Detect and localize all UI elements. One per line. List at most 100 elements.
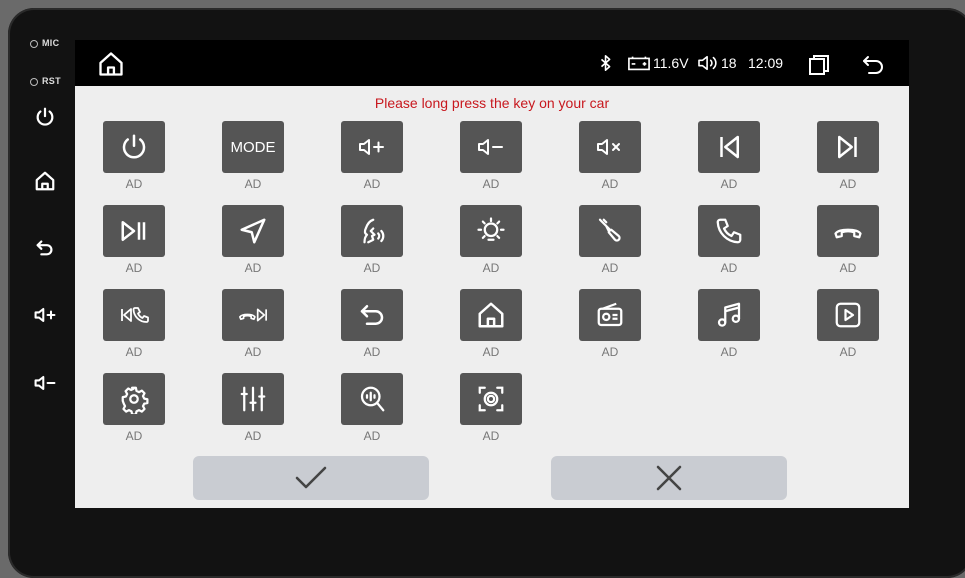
side-home-button[interactable] bbox=[28, 164, 62, 198]
key-label: AD bbox=[720, 177, 738, 191]
back-icon bbox=[36, 240, 53, 256]
key-label: AD bbox=[720, 261, 738, 275]
video-play-icon bbox=[835, 302, 861, 328]
volume-indicator: 18 bbox=[697, 53, 737, 73]
key-cell[interactable]: AD bbox=[697, 121, 761, 191]
key-cell[interactable]: AD bbox=[816, 289, 880, 359]
key-label: AD bbox=[125, 261, 143, 275]
back-icon bbox=[360, 305, 384, 325]
key-label: AD bbox=[125, 429, 143, 443]
key-cell[interactable]: AD bbox=[102, 373, 166, 443]
key-cell[interactable]: AD bbox=[697, 289, 761, 359]
volume-up-icon bbox=[34, 307, 56, 323]
navigation-icon bbox=[240, 218, 266, 244]
mode-key-label: MODE bbox=[230, 138, 276, 156]
phone-hangup-icon bbox=[834, 228, 862, 239]
camera-icon bbox=[478, 386, 504, 412]
key-cell[interactable]: MODE AD bbox=[221, 121, 285, 191]
side-panel: MIC RST bbox=[0, 0, 75, 564]
key-cell[interactable]: AD bbox=[459, 373, 523, 443]
back-icon[interactable] bbox=[860, 53, 886, 77]
key-label: AD bbox=[601, 261, 619, 275]
equalizer-icon bbox=[240, 386, 266, 412]
key-label: AD bbox=[482, 261, 500, 275]
key-label: AD bbox=[244, 177, 262, 191]
volume-down-icon bbox=[34, 375, 56, 391]
key-label: AD bbox=[601, 345, 619, 359]
settings-icon bbox=[121, 386, 149, 414]
key-cell[interactable]: AD bbox=[340, 289, 404, 359]
volume-down-icon bbox=[478, 139, 503, 155]
phone-answer-icon bbox=[716, 218, 742, 244]
voltage-value: 11.6V bbox=[653, 55, 689, 71]
key-label: AD bbox=[601, 177, 619, 191]
mute-icon bbox=[597, 139, 620, 155]
key-cell[interactable]: AD bbox=[578, 205, 642, 275]
key-cell[interactable]: AD bbox=[816, 205, 880, 275]
volume-value: 18 bbox=[721, 55, 737, 71]
key-label: AD bbox=[244, 429, 262, 443]
key-cell[interactable]: AD bbox=[340, 205, 404, 275]
music-icon bbox=[717, 302, 741, 327]
dialog-title: Please long press the key on your car bbox=[374, 95, 610, 111]
key-cell[interactable]: AD bbox=[102, 289, 166, 359]
play-pause-icon bbox=[121, 221, 146, 241]
key-label: AD bbox=[125, 345, 143, 359]
voice-search-icon bbox=[360, 386, 385, 412]
next-track-icon bbox=[838, 135, 857, 159]
key-cell[interactable]: AD bbox=[459, 121, 523, 191]
key-label: AD bbox=[839, 345, 857, 359]
key-label: AD bbox=[839, 177, 857, 191]
speaker-icon bbox=[698, 55, 717, 71]
key-cell[interactable]: AD bbox=[578, 121, 642, 191]
key-cell[interactable]: AD bbox=[697, 205, 761, 275]
hangup-next-icon bbox=[239, 308, 267, 322]
key-cell[interactable]: AD bbox=[340, 373, 404, 443]
recent-apps-icon[interactable] bbox=[807, 53, 831, 77]
previous-track-icon bbox=[720, 135, 739, 159]
key-label: AD bbox=[363, 345, 381, 359]
power-icon bbox=[36, 107, 54, 126]
home-icon bbox=[478, 302, 504, 328]
bluetooth-icon bbox=[599, 53, 613, 73]
key-label: AD bbox=[839, 261, 857, 275]
key-cell[interactable]: AD bbox=[221, 373, 285, 443]
rst-button[interactable]: RST bbox=[30, 76, 61, 86]
close-icon bbox=[656, 465, 682, 491]
cancel-button[interactable] bbox=[551, 456, 787, 500]
key-label: AD bbox=[482, 345, 500, 359]
key-label: AD bbox=[482, 429, 500, 443]
key-cell[interactable]: AD bbox=[459, 205, 523, 275]
key-cell[interactable]: AD bbox=[102, 121, 166, 191]
home-icon bbox=[35, 171, 55, 191]
key-label: AD bbox=[363, 261, 381, 275]
head-unit-screen: 11.6V 18 12:09 Please long press the key… bbox=[75, 40, 909, 508]
confirm-button[interactable] bbox=[193, 456, 429, 500]
side-power-button[interactable] bbox=[28, 100, 62, 134]
side-back-button[interactable] bbox=[28, 230, 62, 264]
key-cell[interactable]: AD bbox=[340, 121, 404, 191]
key-cell[interactable]: AD bbox=[816, 121, 880, 191]
key-label: AD bbox=[363, 429, 381, 443]
clock: 12:09 bbox=[748, 55, 784, 71]
mic-label: MIC bbox=[30, 38, 59, 48]
key-label: AD bbox=[125, 177, 143, 191]
checkmark-icon bbox=[295, 466, 327, 489]
key-cell[interactable]: AD bbox=[459, 289, 523, 359]
key-cell[interactable]: AD bbox=[221, 289, 285, 359]
prev-answer-icon bbox=[121, 307, 149, 323]
key-learning-dialog: Please long press the key on your car AD… bbox=[75, 86, 909, 508]
brightness-icon bbox=[477, 217, 505, 241]
side-volume-up-button[interactable] bbox=[28, 298, 62, 332]
side-volume-down-button[interactable] bbox=[28, 366, 62, 400]
key-label: AD bbox=[482, 177, 500, 191]
volume-up-icon bbox=[359, 139, 384, 155]
key-cell[interactable]: AD bbox=[221, 205, 285, 275]
key-cell[interactable]: AD bbox=[102, 205, 166, 275]
power-icon bbox=[122, 134, 146, 159]
battery-voltage: 11.6V bbox=[628, 53, 689, 73]
voice-assistant-icon bbox=[363, 218, 385, 244]
status-bar: 11.6V 18 12:09 bbox=[75, 40, 909, 86]
key-cell[interactable]: AD bbox=[578, 289, 642, 359]
home-icon[interactable] bbox=[97, 50, 125, 78]
